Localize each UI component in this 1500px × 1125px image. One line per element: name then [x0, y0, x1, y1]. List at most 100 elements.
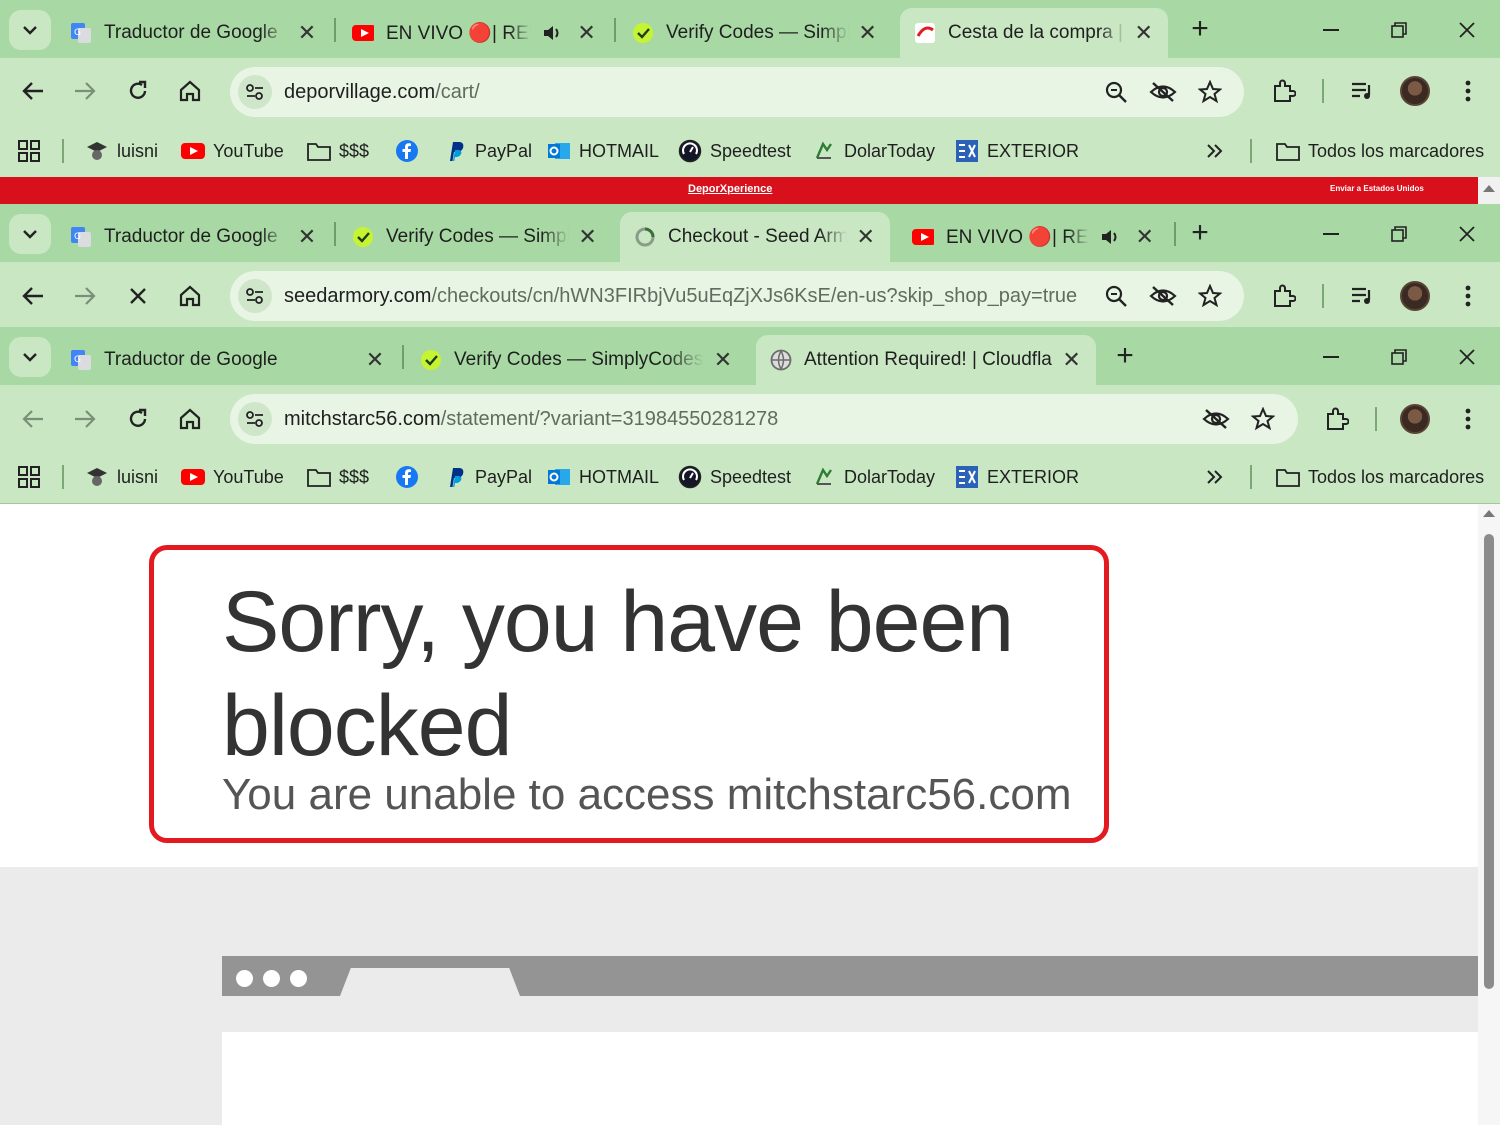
apps-grid-icon[interactable] [18, 138, 40, 164]
close-icon[interactable]: ✕ [1061, 347, 1082, 373]
menu-kebab-icon[interactable] [1448, 71, 1488, 111]
bookmark-exterior[interactable]: EXTERIOR [955, 464, 1079, 490]
extensions-puzzle-icon[interactable] [1264, 276, 1304, 316]
more-bookmarks-chevron-icon[interactable] [1206, 138, 1224, 164]
bookmark-folder-money[interactable]: $$$ [307, 138, 369, 164]
all-bookmarks-folder[interactable]: Todos los marcadores [1276, 138, 1484, 164]
home-button[interactable] [170, 276, 210, 316]
profile-avatar[interactable] [1395, 276, 1435, 316]
menu-kebab-icon[interactable] [1448, 276, 1488, 316]
tab-verify-codes[interactable]: Verify Codes — SimplyCodes ✕ [406, 335, 748, 385]
bookmark-paypal[interactable]: PayPal [443, 464, 532, 490]
bookmark-facebook[interactable] [395, 138, 427, 164]
bookmark-star-icon[interactable] [1192, 278, 1228, 314]
bookmark-facebook[interactable] [395, 464, 427, 490]
extensions-puzzle-icon[interactable] [1317, 399, 1357, 439]
deporxperience-link[interactable]: DeporXperience [688, 183, 772, 195]
scrollbar-window-1[interactable] [1478, 177, 1500, 204]
bookmark-speedtest[interactable]: Speedtest [678, 138, 791, 164]
profile-avatar[interactable] [1395, 399, 1435, 439]
tab-search-button[interactable] [9, 214, 51, 254]
menu-kebab-icon[interactable] [1448, 399, 1488, 439]
close-icon[interactable]: ✕ [364, 347, 386, 373]
bookmark-dolartoday[interactable]: DolarToday [812, 464, 935, 490]
bookmark-youtube[interactable]: YouTube [181, 138, 284, 164]
minimize-button[interactable] [1313, 12, 1349, 48]
tab-youtube-live[interactable]: EN VIVO 🔴| REUN ✕ [338, 8, 610, 58]
address-bar[interactable]: deporvillage.com/cart/ [230, 67, 1244, 117]
tab-deporvillage-cart[interactable]: Cesta de la compra | d ✕ [900, 8, 1168, 58]
bookmark-luisni[interactable]: luisni [85, 138, 158, 164]
home-button[interactable] [170, 71, 210, 111]
tab-google-translate[interactable]: G Traductor de Google ✕ [56, 335, 400, 385]
bookmark-folder-money[interactable]: $$$ [307, 464, 369, 490]
restore-button[interactable] [1381, 12, 1417, 48]
close-icon[interactable]: ✕ [1134, 20, 1154, 46]
close-window-button[interactable] [1449, 339, 1485, 375]
url-text[interactable]: mitchstarc56.com/statement/?variant=3198… [284, 408, 778, 431]
eye-off-icon[interactable] [1145, 74, 1181, 110]
tab-youtube-live[interactable]: EN VIVO 🔴| REUN ✕ [898, 212, 1168, 262]
tab-search-button[interactable] [9, 337, 51, 377]
eye-off-icon[interactable] [1198, 401, 1234, 437]
media-control-icon[interactable] [1342, 276, 1382, 316]
site-settings-icon[interactable] [238, 279, 272, 313]
close-icon[interactable]: ✕ [577, 224, 598, 250]
back-button[interactable] [13, 71, 53, 111]
media-control-icon[interactable] [1342, 71, 1382, 111]
more-bookmarks-chevron-icon[interactable] [1206, 464, 1224, 490]
url-text[interactable]: deporvillage.com/cart/ [284, 81, 480, 104]
bookmark-star-icon[interactable] [1192, 74, 1228, 110]
address-bar[interactable]: seedarmory.com/checkouts/cn/hWN3FIRbjVu5… [230, 271, 1244, 321]
close-icon[interactable]: ✕ [1135, 224, 1154, 250]
close-window-button[interactable] [1449, 216, 1485, 252]
bookmark-dolartoday[interactable]: DolarToday [812, 138, 935, 164]
restore-button[interactable] [1381, 216, 1417, 252]
bookmark-exterior[interactable]: EXTERIOR [955, 138, 1079, 164]
close-icon[interactable]: ✕ [296, 224, 318, 250]
forward-button[interactable] [65, 276, 105, 316]
profile-avatar[interactable] [1395, 71, 1435, 111]
restore-button[interactable] [1381, 339, 1417, 375]
bookmark-youtube[interactable]: YouTube [181, 464, 284, 490]
site-settings-icon[interactable] [238, 75, 272, 109]
bookmark-hotmail[interactable]: HOTMAIL [547, 464, 659, 490]
new-tab-button[interactable]: + [1107, 339, 1143, 375]
close-window-button[interactable] [1449, 12, 1485, 48]
new-tab-button[interactable]: + [1182, 216, 1218, 252]
tab-google-translate[interactable]: G Traductor de Google ✕ [56, 8, 332, 58]
speaker-icon[interactable] [541, 22, 563, 44]
tab-search-button[interactable] [9, 10, 51, 50]
stop-loading-button[interactable] [118, 276, 158, 316]
eye-off-icon[interactable] [1145, 278, 1181, 314]
reload-button[interactable] [118, 399, 158, 439]
reload-button[interactable] [118, 71, 158, 111]
bookmark-hotmail[interactable]: HOTMAIL [547, 138, 659, 164]
zoom-icon[interactable] [1098, 74, 1134, 110]
all-bookmarks-folder[interactable]: Todos los marcadores [1276, 464, 1484, 490]
bookmark-luisni[interactable]: luisni [85, 464, 158, 490]
bookmark-speedtest[interactable]: Speedtest [678, 464, 791, 490]
close-icon[interactable]: ✕ [712, 347, 734, 373]
tab-cloudflare-attention[interactable]: Attention Required! | Cloudflare ✕ [756, 335, 1096, 385]
extensions-puzzle-icon[interactable] [1264, 71, 1304, 111]
new-tab-button[interactable]: + [1182, 12, 1218, 48]
forward-button[interactable] [65, 71, 105, 111]
scroll-up-arrow-icon[interactable] [1483, 510, 1495, 517]
close-icon[interactable]: ✕ [857, 20, 878, 46]
page-scrollbar[interactable] [1478, 504, 1500, 1125]
minimize-button[interactable] [1313, 216, 1349, 252]
close-icon[interactable]: ✕ [577, 20, 596, 46]
url-text[interactable]: seedarmory.com/checkouts/cn/hWN3FIRbjVu5… [284, 285, 1077, 308]
minimize-button[interactable] [1313, 339, 1349, 375]
close-icon[interactable]: ✕ [855, 224, 876, 250]
apps-grid-icon[interactable] [18, 464, 40, 490]
close-icon[interactable]: ✕ [296, 20, 318, 46]
home-button[interactable] [170, 399, 210, 439]
tab-verify-codes[interactable]: Verify Codes — Simply ✕ [618, 8, 892, 58]
site-settings-icon[interactable] [238, 402, 272, 436]
bookmark-star-icon[interactable] [1245, 401, 1281, 437]
tab-google-translate[interactable]: G Traductor de Google ✕ [56, 212, 332, 262]
speaker-icon[interactable] [1099, 226, 1121, 248]
back-button[interactable] [13, 276, 53, 316]
